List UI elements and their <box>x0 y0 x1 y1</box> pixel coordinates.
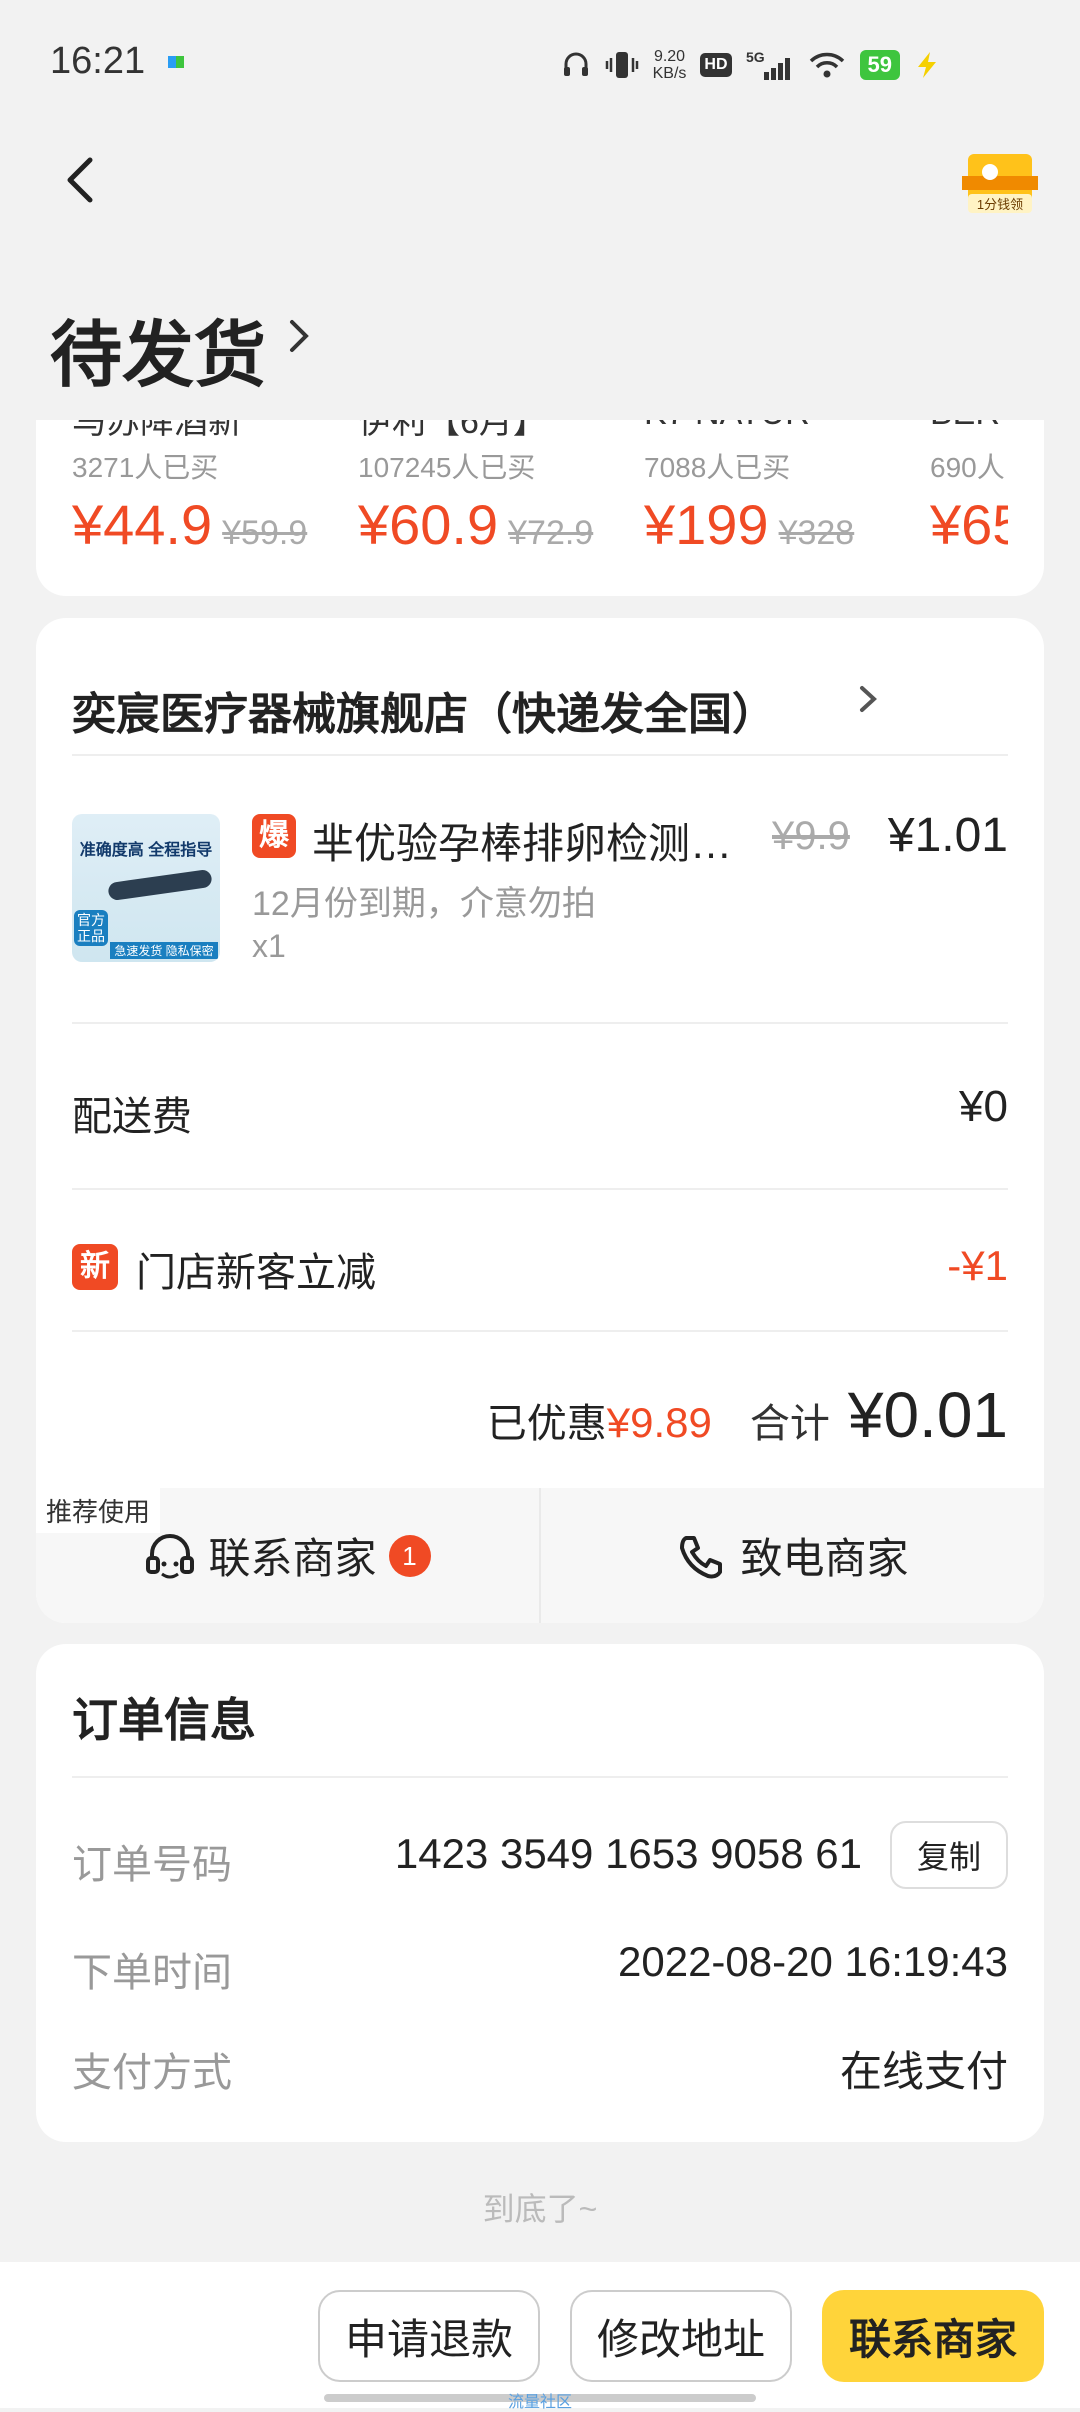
product-image-text: 准确度高 全程指导 <box>79 842 213 859</box>
recommendation-strip[interactable]: 马苏降酒新 3271人已买 ¥44.9 ¥59.9 伊利【6月】 107245人已… <box>36 420 1044 596</box>
rec-item-price: ¥65 <box>930 493 1008 556</box>
divider <box>72 1188 1008 1190</box>
product-quantity: x1 <box>252 928 286 964</box>
status-icons: 9.20 KB/s HD 5G 59 <box>561 40 940 90</box>
community-watermark: 流量社区 <box>507 2394 572 2411</box>
order-info-card: 订单信息 订单号码 1423 3549 1653 9058 61 复制 下单时间… <box>36 1644 1044 2142</box>
contact-merchant-primary-button[interactable]: 联系商家 <box>822 2290 1044 2382</box>
total-value: ¥0.01 <box>847 1379 1008 1451</box>
rec-item-sold: 3271人已买 <box>72 452 219 483</box>
product-price: ¥1.01 <box>887 809 1008 862</box>
rec-item-sold: 7088人已买 <box>644 452 791 483</box>
product-name[interactable]: 芈优验孕棒排卵检测… <box>312 810 782 871</box>
edit-address-button[interactable]: 修改地址 <box>570 2290 792 2382</box>
product-note: 12月份到期，介意勿拍 <box>252 885 596 923</box>
divider <box>72 754 1008 756</box>
coupon-label: 1分钱领 <box>968 194 1032 213</box>
phone-icon <box>680 1535 723 1578</box>
battery-indicator: 59 <box>859 50 900 80</box>
order-time-value: 2022-08-20 16:19:43 <box>618 1938 1008 1985</box>
rec-item-name: BER <box>930 420 1000 433</box>
customer-service-icon <box>146 1533 195 1578</box>
product-original-price: ¥9.9 <box>772 814 850 858</box>
rec-item-original-price: ¥72.9 <box>508 514 594 552</box>
product-image[interactable]: 准确度高 全程指导 官方正品 急速发货 隐私保密 <box>72 814 220 962</box>
rec-item[interactable]: 马苏降酒新 3271人已买 ¥44.9 ¥59.9 <box>72 420 332 596</box>
coupon-entry-button[interactable]: 1分钱领 <box>960 150 1040 214</box>
status-time: 16:21 <box>50 40 146 82</box>
order-info-title: 订单信息 <box>72 1694 256 1746</box>
store-order-card: 奕宸医疗器械旗舰店（快递发全国） 准确度高 全程指导 官方正品 急速发货 隐私保… <box>36 618 1044 1623</box>
call-merchant-button[interactable]: 致电商家 <box>541 1488 1044 1623</box>
rec-item-price: ¥199 ¥328 <box>644 493 855 556</box>
store-chevron-icon[interactable] <box>856 682 880 716</box>
rec-item[interactable]: K7 NATUR 7088人已买 ¥199¥328 <box>644 420 904 596</box>
total-label: 合计 <box>749 1402 830 1446</box>
status-bar: 16:21 9.20 KB/s HD 5G 59 <box>0 0 1080 130</box>
refund-button[interactable]: 申请退款 <box>318 2290 540 2382</box>
delivery-fee-value: ¥0 <box>959 1082 1008 1131</box>
rec-item-sold: 107245人已买 <box>358 452 536 483</box>
svg-text:5G: 5G <box>746 49 765 65</box>
saved-value: ¥9.89 <box>606 1399 712 1446</box>
recommend-tag: 推荐使用 <box>36 1488 161 1533</box>
unread-count-badge: 1 <box>388 1534 431 1577</box>
order-number-value: 1423 3549 1653 9058 61 <box>394 1830 862 1877</box>
product-image-footer: 急速发货 隐私保密 <box>110 942 218 959</box>
payment-method-label: 支付方式 <box>72 2051 232 2095</box>
product-image-stick <box>107 868 213 902</box>
rec-item-original-price: ¥328 <box>778 514 855 552</box>
net-speed: 9.20 KB/s <box>652 48 687 82</box>
rec-item-name: 马苏降酒新 <box>72 420 242 441</box>
divider <box>72 1330 1008 1332</box>
rec-item-sold: 690人 <box>930 452 1005 483</box>
rec-item-original-price: ¥59.9 <box>222 514 308 552</box>
rec-item[interactable]: 伊利【6月】 107245人已买 ¥60.9 ¥72.9 <box>358 420 618 596</box>
rec-item-name: 伊利【6月】 <box>358 420 547 441</box>
chevron-right-icon[interactable] <box>284 316 314 356</box>
vibrate-icon <box>605 52 638 78</box>
order-number-label: 订单号码 <box>72 1843 232 1887</box>
rec-item-price: ¥60.9 ¥72.9 <box>358 493 594 556</box>
page-title[interactable]: 待发货 <box>50 296 266 401</box>
product-image-badge: 官方正品 <box>74 910 108 946</box>
divider <box>72 1022 1008 1024</box>
rec-item[interactable]: BER 690人 ¥65 <box>930 420 1008 596</box>
discount-label: 门店新客立减 <box>136 1251 376 1295</box>
back-arrow-icon[interactable] <box>52 150 112 210</box>
new-customer-badge: 新 <box>72 1244 118 1290</box>
signal-5g-icon: 5G <box>746 49 790 80</box>
delivery-fee-label: 配送费 <box>72 1095 192 1139</box>
store-name[interactable]: 奕宸医疗器械旗舰店（快递发全国） <box>72 678 776 742</box>
copy-order-number-button[interactable]: 复制 <box>890 1821 1008 1889</box>
saved-label: 已优惠 <box>486 1402 607 1446</box>
hd-badge: HD <box>700 53 732 77</box>
payment-method-value: 在线支付 <box>839 2048 1008 2095</box>
hot-badge: 爆 <box>252 814 296 858</box>
rec-item-name: K7 NATUR <box>644 420 810 433</box>
app-notification-icon <box>168 56 184 68</box>
headphones-icon <box>563 52 588 76</box>
contact-merchant-label: 联系商家 <box>208 1535 377 1582</box>
divider <box>72 1776 1008 1778</box>
discount-value: -¥1 <box>947 1242 1008 1289</box>
rec-item-price: ¥44.9 ¥59.9 <box>72 493 308 556</box>
call-merchant-label: 致电商家 <box>740 1535 909 1582</box>
order-summary: 已优惠 ¥9.89 合计 ¥0.01 <box>487 1378 1008 1452</box>
contact-bar: 联系商家 1 致电商家 推荐使用 <box>36 1488 1044 1623</box>
charging-icon <box>918 52 936 78</box>
bottom-action-bar: 申请退款 修改地址 联系商家 <box>0 2262 1080 2408</box>
end-of-list-text: 到底了~ <box>482 2191 598 2227</box>
wifi-icon <box>809 52 844 78</box>
order-time-label: 下单时间 <box>72 1951 232 1995</box>
